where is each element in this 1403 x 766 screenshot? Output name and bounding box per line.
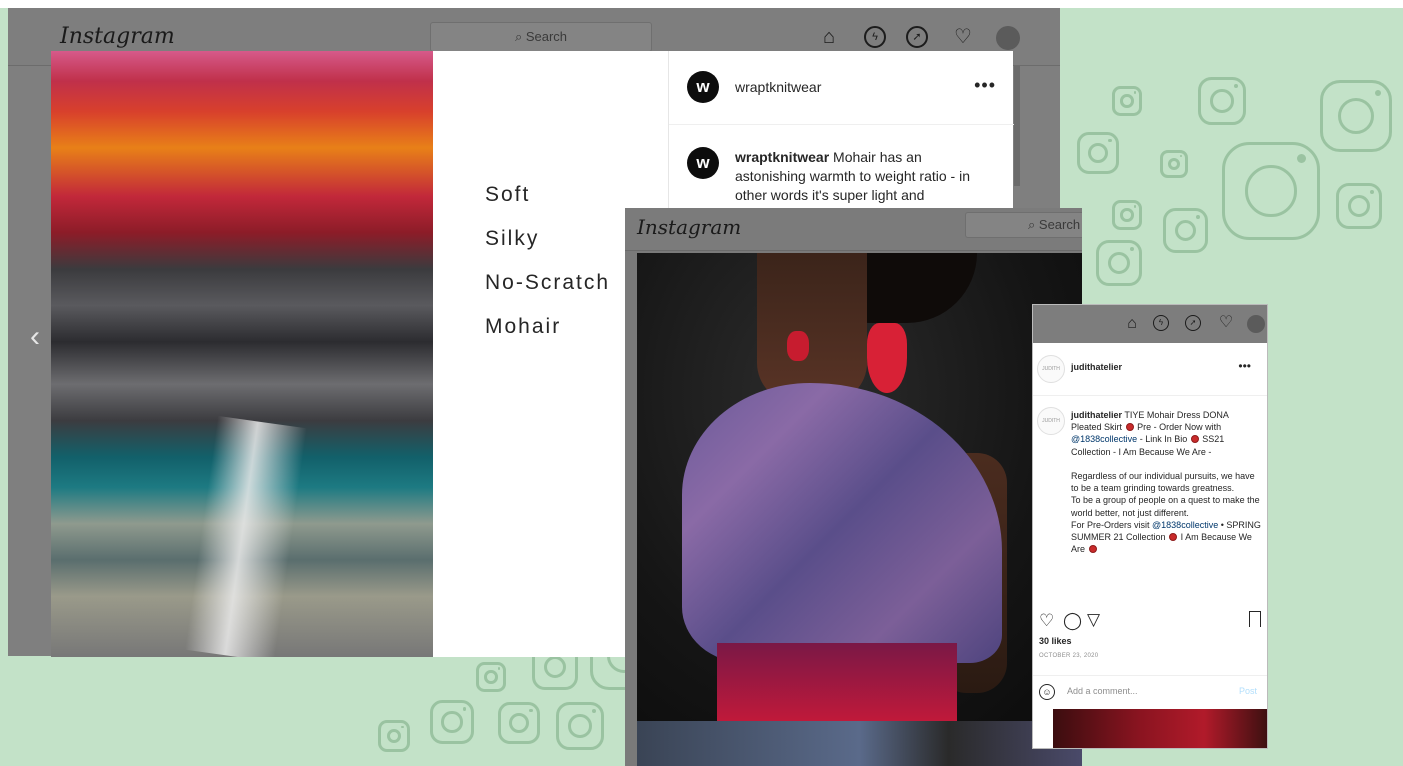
messenger-icon[interactable]: ϟ — [864, 26, 886, 48]
instagram-icon — [1077, 132, 1119, 174]
explore-icon[interactable]: ➚ — [906, 26, 928, 48]
heart-icon[interactable]: ♡ — [1217, 314, 1235, 332]
image-text-overlay: Soft Silky No-Scratch Mohair — [485, 183, 610, 359]
post-caption: judithatelier TIYE Mohair Dress DONA Ple… — [1071, 409, 1261, 555]
caption-paragraph: To be a group of people on a quest to ma… — [1071, 495, 1260, 518]
instagram-window-runway-photo: Instagram ⌕ Search — [625, 208, 1082, 766]
word-no-scratch: No-Scratch — [485, 271, 611, 294]
messenger-icon[interactable]: ϟ — [1153, 315, 1169, 331]
emoji-icon[interactable]: ☺ — [1039, 684, 1055, 700]
post-date: OCTOBER 23, 2020 — [1039, 653, 1099, 659]
instagram-icon — [1112, 86, 1142, 116]
word-soft: Soft — [485, 183, 531, 206]
post-header: w wraptknitwear ••• — [669, 51, 1014, 125]
instagram-icon — [1336, 183, 1382, 229]
white-fibre-strand — [185, 415, 307, 657]
red-circle-emoji — [1190, 435, 1199, 444]
mention-link[interactable]: @1838collective — [1071, 434, 1137, 444]
search-input[interactable]: ⌕ Search — [430, 22, 652, 52]
comment-input[interactable]: Add a comment... — [1067, 686, 1138, 696]
post-actions: ♡ ◯ ▽ — [1037, 610, 1265, 633]
previous-arrow-icon[interactable]: ‹ — [30, 320, 40, 354]
instagram-icon — [378, 720, 410, 752]
instagram-icon — [1222, 142, 1320, 240]
more-options-icon[interactable]: ••• — [1238, 359, 1251, 373]
instagram-icon — [1112, 200, 1142, 230]
caption-text: Pre - Order Now with — [1137, 422, 1222, 433]
red-circle-emoji — [1088, 545, 1097, 554]
instagram-logo[interactable]: Instagram — [637, 215, 741, 239]
post-comment-button[interactable]: Post — [1239, 686, 1257, 696]
search-placeholder: Search — [1038, 217, 1081, 232]
profile-avatar[interactable] — [1247, 315, 1265, 333]
caption-avatar[interactable]: JUDITH — [1037, 407, 1065, 435]
instagram-icon — [1160, 150, 1188, 178]
top-navbar: Instagram ⌕ Search — [625, 208, 1082, 251]
post-username[interactable]: judithatelier — [1071, 362, 1122, 372]
instagram-icon — [476, 662, 506, 692]
instagram-icon — [556, 702, 604, 750]
home-icon[interactable]: ⌂ — [1123, 315, 1141, 333]
mohair-top — [682, 383, 1002, 663]
caption-text: For Pre-Orders visit — [1071, 519, 1150, 530]
heart-icon[interactable]: ♡ — [952, 26, 974, 48]
red-circle-emoji — [1125, 423, 1134, 432]
instagram-icon — [430, 700, 474, 744]
mohair-yarn-photo — [51, 51, 433, 657]
avatar[interactable]: w — [687, 71, 719, 103]
red-earring-right — [867, 323, 907, 393]
scrollbar[interactable] — [1014, 66, 1020, 186]
top-navbar: ⌂ ϟ ➚ ♡ — [1033, 305, 1267, 343]
profile-avatar[interactable] — [996, 26, 1020, 50]
post-caption: wraptknitwear Mohair has an astonishing … — [735, 148, 975, 205]
comment-bar: ☺ Add a comment... Post — [1033, 675, 1267, 710]
comment-icon[interactable]: ◯ — [1063, 611, 1082, 631]
red-circle-emoji — [1169, 533, 1178, 542]
share-icon[interactable]: ▽ — [1087, 610, 1100, 630]
thumbnail-strip — [637, 721, 1082, 766]
background-red-dress-strip — [1053, 709, 1267, 748]
model-face — [757, 253, 867, 403]
caption-text: - Link In Bio — [1139, 434, 1188, 445]
post-header — [1033, 343, 1267, 396]
instagram-logo[interactable]: Instagram — [60, 24, 175, 49]
red-earring-left — [787, 331, 809, 361]
instagram-icon — [1320, 80, 1392, 152]
instagram-icon — [1198, 77, 1246, 125]
caption-username[interactable]: wraptknitwear — [735, 149, 829, 165]
mention-link[interactable]: @1838collective — [1152, 520, 1218, 530]
instagram-icon — [498, 702, 540, 744]
search-input[interactable]: ⌕ Search — [965, 212, 1082, 238]
instagram-icon — [1163, 208, 1208, 253]
red-pleated-skirt — [717, 643, 957, 721]
avatar[interactable]: JUDITH — [1037, 355, 1065, 383]
caption-paragraph: Regardless of our individual pursuits, w… — [1071, 471, 1255, 494]
bookmark-icon[interactable] — [1249, 611, 1261, 627]
post-username[interactable]: wraptknitwear — [735, 79, 821, 95]
like-heart-icon[interactable]: ♡ — [1039, 611, 1054, 631]
explore-icon[interactable]: ➚ — [1185, 315, 1201, 331]
home-icon[interactable]: ⌂ — [818, 26, 840, 48]
search-placeholder: Search — [525, 29, 568, 44]
caption-username[interactable]: judithatelier — [1071, 410, 1122, 420]
instagram-window-judithatelier: ⌂ ϟ ➚ ♡ JUDITH judithatelier ••• JUDITH … — [1032, 304, 1268, 749]
word-mohair: Mohair — [485, 315, 562, 338]
word-silky: Silky — [485, 227, 540, 250]
more-options-icon[interactable]: ••• — [974, 75, 996, 96]
model-mohair-top-photo — [637, 253, 1082, 721]
likes-count[interactable]: 30 likes — [1039, 636, 1072, 646]
caption-avatar[interactable]: w — [687, 147, 719, 179]
instagram-icon — [1096, 240, 1142, 286]
